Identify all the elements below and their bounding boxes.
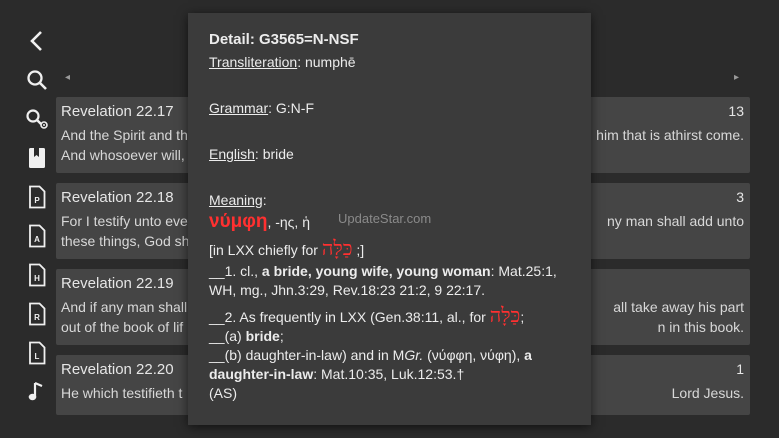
verse-count: 3 [736, 189, 744, 205]
def2b-italic: Gr. [404, 347, 424, 363]
source-note: (AS) [209, 385, 237, 401]
def2-suffix: ; [520, 309, 525, 325]
verse-line: him that is athirst come. [596, 127, 744, 143]
transliteration-label: Transliteration [209, 54, 298, 70]
l-document-icon[interactable]: L [22, 338, 52, 368]
verse-text-right: all take away his part n in this book. [613, 297, 744, 337]
meaning-row: Meaning: [209, 191, 579, 210]
definition-1: __1. cl., a bride, young wife, young wom… [209, 262, 579, 300]
def2b-refs: : Mat.10:35, Luk.12:53.† [313, 366, 465, 382]
greek-lemma: νύμφη [209, 211, 268, 232]
lxx-suffix: ;] [352, 242, 365, 258]
verse-line: And the Spirit and th [61, 127, 188, 143]
verse-line: ny man shall add unto [607, 213, 744, 229]
verse-text-left: He which testifieth t [61, 383, 182, 403]
r-letter: R [34, 313, 40, 322]
h-document-icon[interactable]: H [22, 260, 52, 290]
verse-line: And if any man shall [61, 299, 188, 315]
verse-text-right: him that is athirst come. [596, 125, 744, 145]
def2-prefix: __2. As frequently in LXX (Gen.38:11, al… [209, 309, 490, 325]
bookmark-icon[interactable] [22, 143, 52, 173]
sidebar: P A H R L [0, 0, 56, 438]
p-letter: P [34, 196, 40, 205]
verse-reference: Revelation 22.18 [61, 189, 174, 206]
popup-title: Detail: G3565=N-NSF [209, 31, 359, 48]
def2b-prefix: __(b) daughter-in-law) and in M [209, 347, 405, 363]
word-detail-popup[interactable]: UpdateStar.com Detail: G3565=N-NSF Trans… [188, 13, 591, 425]
a-document-icon[interactable]: A [22, 221, 52, 251]
def1-prefix: __1. cl., [209, 263, 262, 279]
hebrew-word: כַּלָּה [489, 303, 521, 327]
transliteration-row: Transliteration: numphē [209, 53, 579, 72]
transliteration-value: : numphē [297, 54, 356, 70]
verse-text-left: For I testify unto eve these things, God … [61, 211, 189, 251]
verse-count: 13 [728, 103, 744, 119]
next-arrow[interactable]: ▸ [734, 72, 739, 83]
grammar-value: : G:N-F [268, 100, 315, 116]
search-icon[interactable] [22, 65, 52, 95]
verse-text-right: Lord Jesus. [672, 383, 744, 403]
a-letter: A [34, 235, 40, 244]
lxx-prefix: [in LXX chiefly for [209, 242, 322, 258]
verse-text-left: And if any man shall out of the book of l… [61, 297, 187, 337]
search-settings-icon[interactable] [22, 104, 52, 134]
definition-2: __2. As frequently in LXX (Gen.38:11, al… [209, 303, 579, 327]
h-letter: H [34, 274, 40, 283]
popup-content: Detail: G3565=N-NSF Transliteration: num… [209, 30, 579, 403]
meaning-colon: : [262, 192, 267, 208]
english-value: : bride [254, 146, 294, 162]
verse-line: And whosoever will, [61, 147, 185, 163]
verse-line: For I testify unto eve [61, 213, 188, 229]
verse-line: these things, God sh [61, 233, 190, 249]
def2b-mid: (νύφφη, νύφη), [423, 347, 525, 363]
prev-arrow[interactable]: ◂ [65, 72, 70, 83]
verse-reference: Revelation 22.17 [61, 103, 174, 120]
meaning-label: Meaning [209, 192, 263, 208]
english-row: English: bride [209, 145, 579, 164]
definition-2a: __(a) bride; [209, 327, 579, 346]
p-document-icon[interactable]: P [22, 182, 52, 212]
lemma-row: νύμφη, -ης, ἡ [209, 212, 579, 232]
verse-line: He which testifieth t [61, 385, 183, 401]
l-letter: L [35, 352, 40, 361]
greek-suffix: , -ης, ἡ [267, 214, 310, 230]
music-note-icon[interactable] [22, 377, 52, 407]
definition-2b: __(b) daughter-in-law) and in MGr. (νύφφ… [209, 346, 579, 384]
r-document-icon[interactable]: R [22, 299, 52, 329]
def2a-suffix: ; [279, 328, 284, 344]
back-icon[interactable] [22, 26, 52, 56]
def2a-bold: bride [245, 328, 280, 344]
grammar-label: Grammar [209, 100, 269, 116]
verse-reference: Revelation 22.19 [61, 275, 174, 292]
hebrew-word: כַּלָּה [321, 236, 353, 260]
grammar-row: Grammar: G:N-F [209, 99, 579, 118]
verse-count: 1 [736, 361, 744, 377]
def2a-prefix: __(a) [209, 328, 246, 344]
verse-line: out of the book of lif [61, 319, 184, 335]
english-label: English [209, 146, 255, 162]
verse-line: Lord Jesus. [671, 385, 744, 401]
verse-text-right: ny man shall add unto [607, 211, 744, 231]
verse-line: all take away his part [613, 299, 744, 315]
lxx-row: [in LXX chiefly for כַּלָּה ;] [209, 236, 579, 260]
verse-reference: Revelation 22.20 [61, 361, 174, 378]
verse-text-left: And the Spirit and th And whosoever will, [61, 125, 188, 165]
def1-bold: a bride, young wife, young woman [261, 263, 491, 279]
verse-line: n in this book. [657, 319, 744, 335]
